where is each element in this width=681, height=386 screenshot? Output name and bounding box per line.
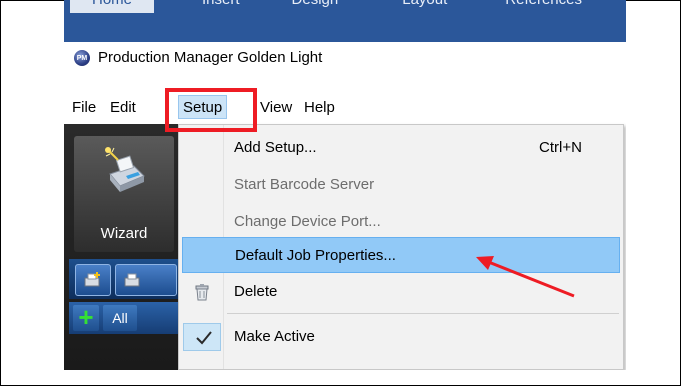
menu-help[interactable]: Help [304,99,335,116]
ribbon-tab-design[interactable]: Design [292,0,339,13]
menu-item-label: Add Setup... [234,139,317,156]
menu-item-label: Delete [234,283,278,300]
menubar: File Edit Setup View Help [64,84,626,124]
app-title: Production Manager Golden Light [98,49,323,66]
filter-toolbar: + All [69,302,180,334]
ribbon-tabs: Home Insert Design Layout References [64,0,582,13]
app-main-area: Wizard + All [64,124,180,370]
menu-item-label: Start Barcode Server [234,176,375,193]
checkmark-icon [196,331,212,345]
printer-add-icon [84,272,100,287]
filter-all-button[interactable]: All [103,305,137,331]
word-ribbon: Home Insert Design Layout References [64,0,626,42]
menu-item-start-barcode-server: Start Barcode Server [181,168,621,202]
menu-item-make-active[interactable]: Make Active [181,320,621,354]
menu-item-delete[interactable]: Delete [181,275,621,309]
trash-icon [195,284,209,301]
setup-dropdown-menu: Add Setup... Ctrl+N Start Barcode Server… [178,124,624,370]
job-toolbar [69,259,180,299]
app-titlebar: PM Production Manager Golden Light [64,42,626,74]
wizard-printer-icon [105,147,145,192]
menu-file[interactable]: File [72,99,96,116]
ribbon-tab-insert[interactable]: Insert [202,0,240,13]
printer-tool-button[interactable] [115,264,177,296]
ribbon-tab-layout[interactable]: Layout [402,0,447,13]
menu-view[interactable]: View [260,99,292,116]
printer-icon [124,273,140,287]
ribbon-tab-references[interactable]: References [505,0,582,13]
menu-item-add-setup[interactable]: Add Setup... Ctrl+N [181,131,621,165]
menu-item-default-job-properties[interactable]: Default Job Properties... [182,237,620,273]
app-logo-icon: PM [74,50,90,66]
menu-item-change-device-port: Change Device Port... [181,205,621,239]
menu-separator [227,313,619,314]
ribbon-tab-home[interactable]: Home [70,0,155,13]
menu-item-label: Default Job Properties... [235,247,396,264]
menu-edit[interactable]: Edit [110,99,136,116]
wizard-label: Wizard [100,225,148,242]
menu-item-label: Change Device Port... [234,213,381,230]
screenshot: Home Insert Design Layout References PM … [64,0,626,370]
add-icon[interactable]: + [73,304,99,331]
wizard-button[interactable]: Wizard [74,136,174,252]
annotation-highlight-box [165,88,257,132]
new-job-button[interactable] [75,264,111,296]
menu-item-label: Make Active [234,328,315,345]
menu-item-shortcut: Ctrl+N [539,139,582,156]
